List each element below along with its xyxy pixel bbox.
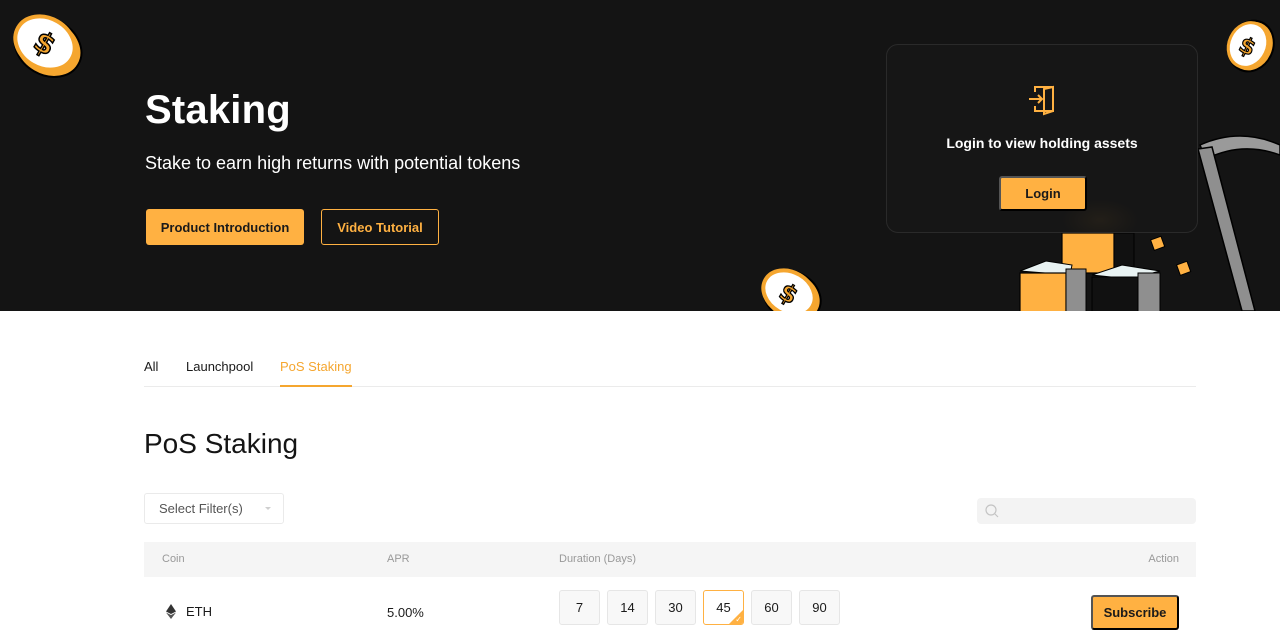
duration-label: 30 [668,600,683,615]
video-tutorial-button[interactable]: Video Tutorial [321,209,439,245]
login-prompt-text: Login to view holding assets [946,135,1138,151]
search-box [977,498,1196,524]
table-header: Coin APR Duration (Days) Action [144,542,1196,577]
checkmark-icon: ✓ [735,615,742,624]
column-header-coin: Coin [162,553,185,565]
section-title: PoS Staking [144,428,299,459]
coin-illustration-icon: $ [13,14,83,78]
duration-option[interactable]: 14 [607,590,648,625]
hero-banner: $ $ $ Staking Stake to earn high returns… [0,0,1280,311]
duration-option[interactable]: 7 [559,590,600,625]
coin-illustration-icon: $ [761,268,822,311]
page-title: Staking [145,88,291,132]
duration-label: 7 [575,600,584,615]
duration-option-selected[interactable]: 45 ✓ [703,590,744,625]
chevron-down-icon [265,507,271,510]
login-button[interactable]: Login [999,176,1087,211]
search-icon [985,504,999,518]
column-header-apr: APR [387,553,410,565]
duration-option[interactable]: 30 [655,590,696,625]
column-header-action: Action [1148,553,1179,565]
subscribe-button[interactable]: Subscribe [1091,595,1179,630]
tab-all[interactable]: All [144,359,158,387]
hero-subtitle: Stake to earn high returns with potentia… [145,153,521,173]
login-door-icon [1029,85,1054,116]
column-header-duration: Duration (Days) [559,553,637,565]
tab-pos-staking[interactable]: PoS Staking [280,359,352,387]
coin-cell: ETH [166,604,212,619]
duration-option[interactable]: 90 [799,590,840,625]
table-row: ETH 5.00% 7 14 30 45 ✓ 60 90 Subscribe [144,578,1196,643]
coin-illustration-icon: $ [1226,19,1275,73]
tab-launchpool[interactable]: Launchpool [186,359,253,387]
product-introduction-button[interactable]: Product Introduction [146,209,304,245]
filter-select[interactable]: Select Filter(s) [144,493,284,524]
category-tabs: All Launchpool PoS Staking [144,350,1196,387]
login-card: Login to view holding assets Login [886,44,1198,233]
coin-name: ETH [186,604,212,619]
duration-label: 14 [620,600,635,615]
duration-options: 7 14 30 45 ✓ 60 90 [559,590,840,625]
duration-label: 90 [812,600,827,615]
search-input[interactable] [1005,498,1190,524]
duration-label: 60 [764,600,779,615]
filter-select-placeholder: Select Filter(s) [159,501,243,516]
duration-option[interactable]: 60 [751,590,792,625]
apr-value: 5.00% [387,605,424,620]
ethereum-icon [166,604,176,619]
